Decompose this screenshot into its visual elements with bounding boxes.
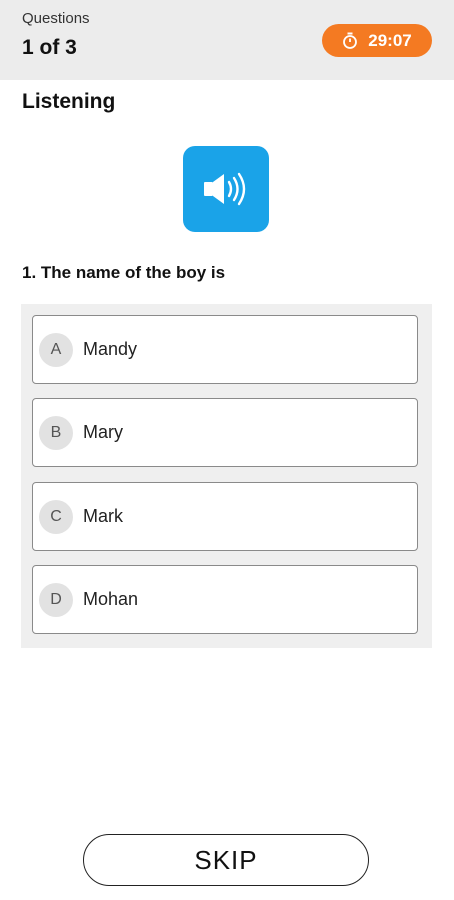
skip-button[interactable]: SKIP (83, 834, 369, 886)
question-progress: 1 of 3 (22, 36, 77, 59)
section-title: Listening (22, 90, 116, 113)
option-letter: A (39, 332, 73, 367)
option-text: Mohan (83, 589, 139, 609)
option-c[interactable]: C Mark (32, 482, 418, 551)
option-letter: D (39, 582, 73, 617)
timer-value: 29:07 (368, 30, 412, 50)
options-list: A Mandy B Mary C Mark D Mohan (21, 304, 432, 648)
option-a[interactable]: A Mandy (32, 315, 418, 384)
option-letter: C (39, 499, 73, 534)
option-text: Mary (83, 422, 123, 442)
question-text: 1. The name of the boy is (22, 263, 226, 282)
option-text: Mark (83, 506, 123, 526)
play-audio-button[interactable] (183, 146, 269, 232)
option-b[interactable]: B Mary (32, 398, 418, 467)
option-text: Mandy (83, 339, 138, 359)
questions-label: Questions (22, 10, 90, 27)
timer-badge: 29:07 (322, 24, 432, 57)
option-letter: B (39, 415, 73, 450)
header-bar: Questions 1 of 3 29:07 (0, 0, 454, 80)
stopwatch-icon (343, 32, 358, 49)
option-d[interactable]: D Mohan (32, 565, 418, 634)
speaker-icon (204, 172, 246, 206)
